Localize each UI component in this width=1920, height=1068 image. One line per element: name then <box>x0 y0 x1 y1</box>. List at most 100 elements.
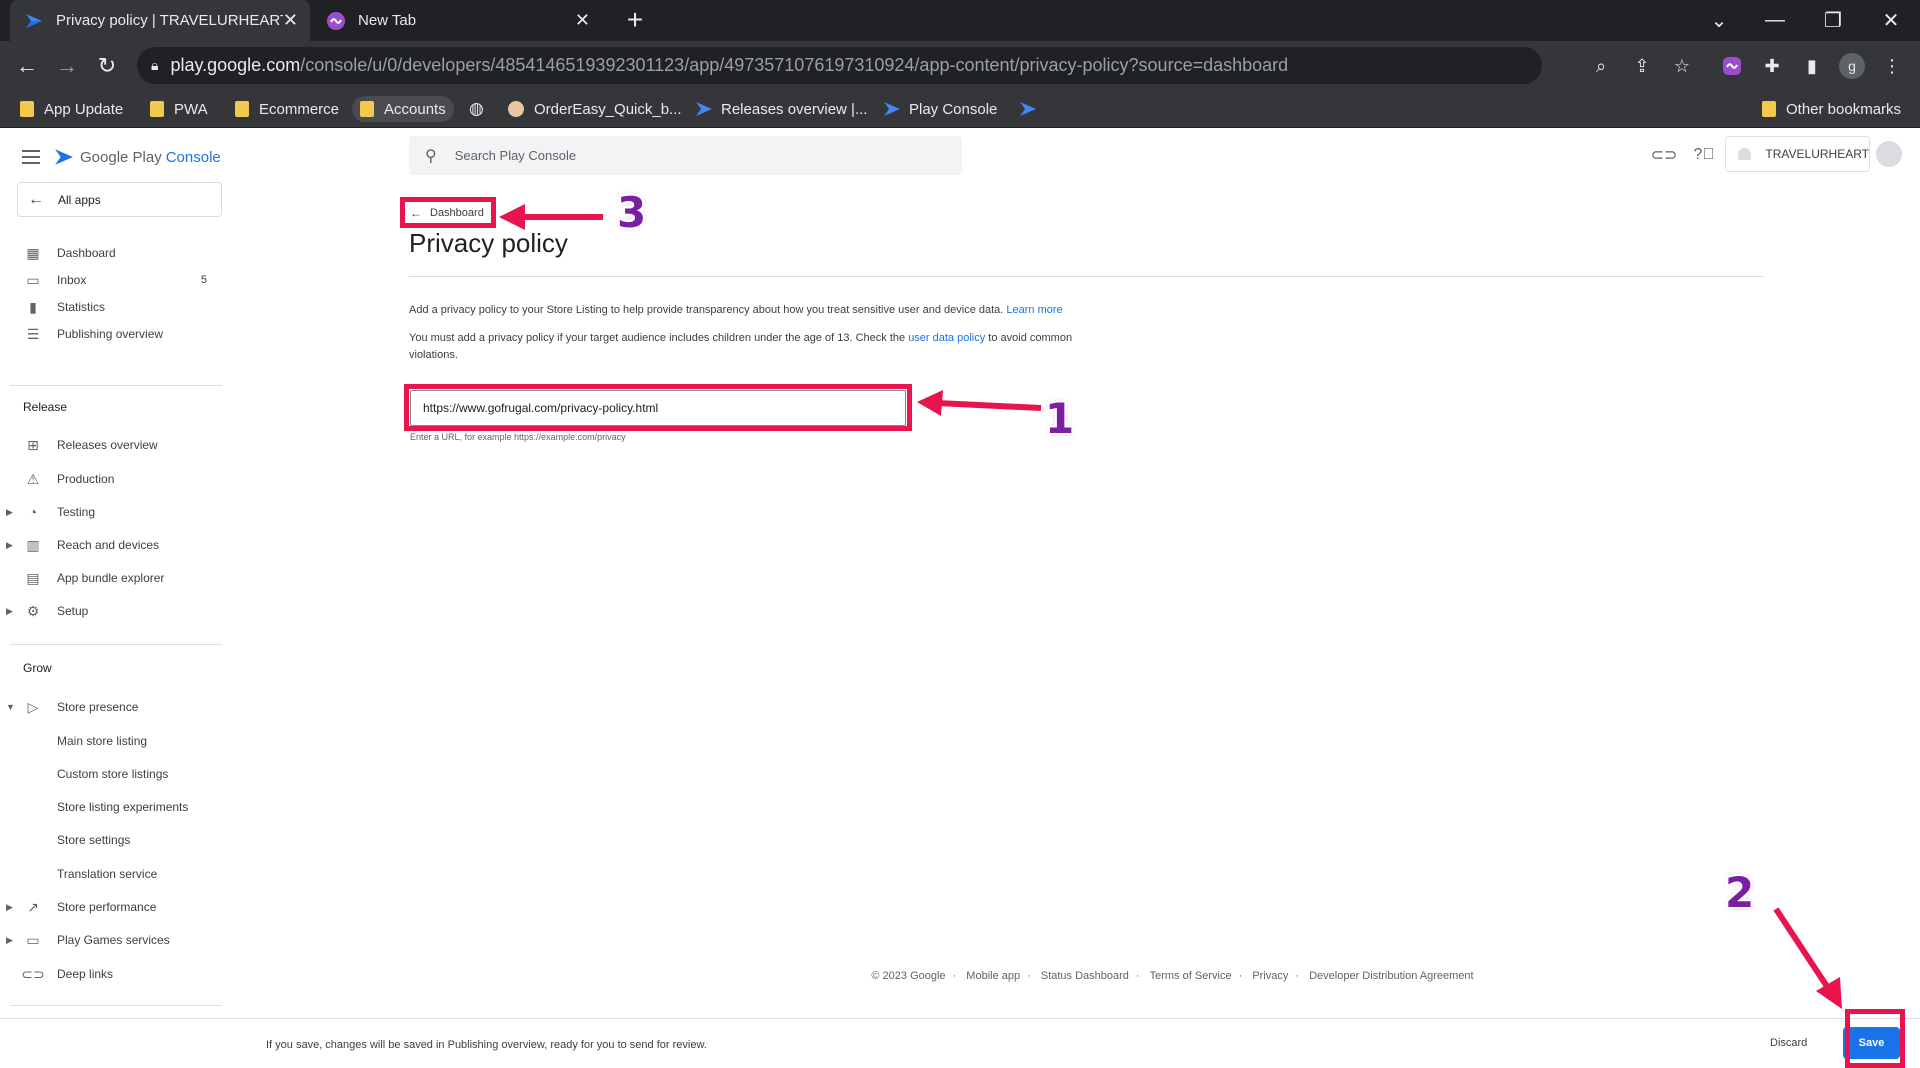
play-console-favicon-icon <box>884 102 900 116</box>
inbox-count-badge: 5 <box>200 274 207 286</box>
bookmark-play-console[interactable]: Play Console <box>883 96 997 122</box>
expand-caret-icon[interactable]: ▶ <box>6 902 13 913</box>
tab-title: New Tab <box>358 12 417 29</box>
play-console-logo[interactable]: Google Play Console <box>22 146 221 168</box>
expand-caret-icon[interactable]: ▶ <box>6 935 13 946</box>
tab-privacy-policy[interactable]: Privacy policy | TRAVELURHEART ✕ <box>10 0 310 41</box>
collapse-caret-icon[interactable]: ▼ <box>6 702 15 712</box>
sidebar-item-setup[interactable]: ▶ ⚙ Setup <box>0 598 222 624</box>
save-bar: If you save, changes will be saved in Pu… <box>0 1018 1920 1068</box>
window-close-icon[interactable]: ✕ <box>1862 0 1920 41</box>
browser-menu-icon[interactable]: ⋮ <box>1879 53 1905 79</box>
annotation-arrow-3 <box>499 204 603 230</box>
globe-icon[interactable]: ◍ <box>469 96 484 122</box>
footer-status-dashboard-link[interactable]: Status Dashboard <box>1041 970 1129 982</box>
help-icon[interactable]: ?⃝ <box>1693 144 1715 166</box>
sidebar-item-store-listing-experiments[interactable]: Store listing experiments <box>0 794 222 820</box>
sidebar-divider <box>10 644 222 645</box>
bookmark-accounts[interactable]: Accounts <box>352 96 454 122</box>
sidebar-item-main-store-listing[interactable]: Main store listing <box>0 728 222 754</box>
side-panel-icon[interactable]: ▮ <box>1799 53 1825 79</box>
bookmark-ecommerce[interactable]: Ecommerce <box>235 96 339 122</box>
restore-icon[interactable]: ❐ <box>1804 0 1862 41</box>
expand-caret-icon[interactable]: ▶ <box>6 540 13 551</box>
store-presence-icon: ▷ <box>27 698 39 715</box>
footer-terms-link[interactable]: Terms of Service <box>1150 970 1232 982</box>
reload-icon[interactable]: ↻ <box>92 51 122 81</box>
footer-mobile-app-link[interactable]: Mobile app <box>966 970 1020 982</box>
sidebar-item-app-bundle-explorer[interactable]: ▤ App bundle explorer <box>0 565 222 591</box>
user-data-policy-link[interactable]: user data policy <box>908 332 985 344</box>
sidebar-item-store-settings[interactable]: Store settings <box>0 827 222 853</box>
tab-search-chevron-icon[interactable]: ⌄ <box>1690 0 1748 41</box>
sidebar-item-translation-service[interactable]: Translation service <box>0 861 222 887</box>
releases-icon: ⊞ <box>27 436 39 453</box>
save-bar-message: If you save, changes will be saved in Pu… <box>266 1039 707 1051</box>
new-tab-plus-icon[interactable]: + <box>620 6 650 36</box>
profile-avatar[interactable]: g <box>1839 53 1865 79</box>
sidebar-item-reach-and-devices[interactable]: ▶ ▥ Reach and devices <box>0 532 222 558</box>
search-input[interactable]: ⚲ Search Play Console <box>409 136 962 175</box>
share-icon[interactable]: ⇪ <box>1631 55 1653 77</box>
title-divider <box>409 276 1763 277</box>
account-selector[interactable]: TRAVELURHEART <box>1725 136 1870 172</box>
all-apps-button[interactable]: ← All apps <box>17 182 222 217</box>
testing-icon: ◔ <box>28 504 38 520</box>
extensions-puzzle-icon[interactable]: ✚ <box>1759 53 1785 79</box>
description-2: You must add a privacy policy if your ta… <box>409 332 1073 361</box>
sidebar-item-store-performance[interactable]: ▶ ↗ Store performance <box>0 894 222 920</box>
address-bar[interactable]: 🔒︎ play.google.com/console/u/0/developer… <box>137 47 1542 84</box>
bookmark-play-icon-only[interactable] <box>1019 96 1045 122</box>
statistics-icon: ▮ <box>29 298 37 315</box>
zoom-icon[interactable]: ⌕ <box>1590 55 1612 77</box>
expand-caret-icon[interactable]: ▶ <box>6 606 13 617</box>
avatar[interactable] <box>1876 141 1902 167</box>
sidebar-item-production[interactable]: ⚠ Production <box>0 466 222 492</box>
sidebar-item-inbox[interactable]: ▭ Inbox 5 <box>0 267 222 293</box>
forward-arrow-icon[interactable]: → <box>52 51 82 81</box>
back-arrow-icon[interactable]: ← <box>12 51 42 81</box>
annotation-box-url <box>404 384 912 431</box>
folder-icon <box>150 101 164 117</box>
hamburger-menu-icon[interactable] <box>22 150 40 164</box>
search-icon: ⚲ <box>425 147 437 165</box>
footer-privacy-link[interactable]: Privacy <box>1252 970 1288 982</box>
sidebar-item-testing[interactable]: ▶ ◔ Testing <box>0 499 222 525</box>
learn-more-link[interactable]: Learn more <box>1006 304 1062 316</box>
expand-caret-icon[interactable]: ▶ <box>6 507 13 518</box>
sidebar-item-custom-store-listings[interactable]: Custom store listings <box>0 761 222 787</box>
bookmark-star-icon[interactable]: ☆ <box>1671 55 1693 77</box>
sidebar-item-store-presence[interactable]: ▼ ▷ Store presence <box>0 694 222 720</box>
bookmarks-bar: App Update PWA Ecommerce Accounts ◍ Orde… <box>0 90 1920 128</box>
sidebar: Google Play Console ← All apps ▦ Dashboard… <box>0 128 222 1018</box>
bookmark-other[interactable]: Other bookmarks <box>1762 96 1901 122</box>
annotation-box-save <box>1845 1009 1905 1068</box>
sidebar-item-publishing-overview[interactable]: ☰ Publishing overview <box>0 321 222 347</box>
sidebar-item-play-games-services[interactable]: ▶ ▭ Play Games services <box>0 927 222 953</box>
minimize-icon[interactable]: — <box>1746 0 1804 41</box>
footer-dda-link[interactable]: Developer Distribution Agreement <box>1309 970 1473 982</box>
sidebar-item-dashboard[interactable]: ▦ Dashboard <box>0 240 222 266</box>
bookmark-pwa[interactable]: PWA <box>150 96 208 122</box>
tab-new-tab[interactable]: New Tab ✕ <box>318 0 602 41</box>
new-tab-favicon-icon <box>326 11 346 31</box>
reach-icon: ▥ <box>26 536 40 553</box>
close-tab-icon[interactable]: ✕ <box>283 10 298 31</box>
bookmark-releases-overview[interactable]: Releases overview |... <box>695 96 867 122</box>
bookmark-ordereasy[interactable]: OrderEasy_Quick_b... <box>508 96 682 122</box>
annotation-number-2: 2 <box>1725 868 1755 917</box>
bookmark-app-update[interactable]: App Update <box>20 96 123 122</box>
back-arrow-icon: ← <box>28 190 44 208</box>
discard-button[interactable]: Discard <box>1770 1037 1807 1049</box>
sidebar-item-releases-overview[interactable]: ⊞ Releases overview <box>0 432 222 458</box>
annotation-number-1: 1 <box>1045 394 1075 443</box>
close-tab-icon[interactable]: ✕ <box>575 10 590 31</box>
bundle-icon: ▤ <box>26 569 40 586</box>
link-icon[interactable]: ⊂⊃ <box>1651 144 1678 166</box>
extension-purple-icon[interactable] <box>1719 53 1745 79</box>
annotation-arrow-1 <box>917 390 1042 416</box>
url-helper-text: Enter a URL, for example https://example… <box>410 432 626 442</box>
sidebar-item-statistics[interactable]: ▮ Statistics <box>0 294 222 320</box>
sidebar-divider <box>10 385 222 386</box>
folder-icon <box>235 101 249 117</box>
